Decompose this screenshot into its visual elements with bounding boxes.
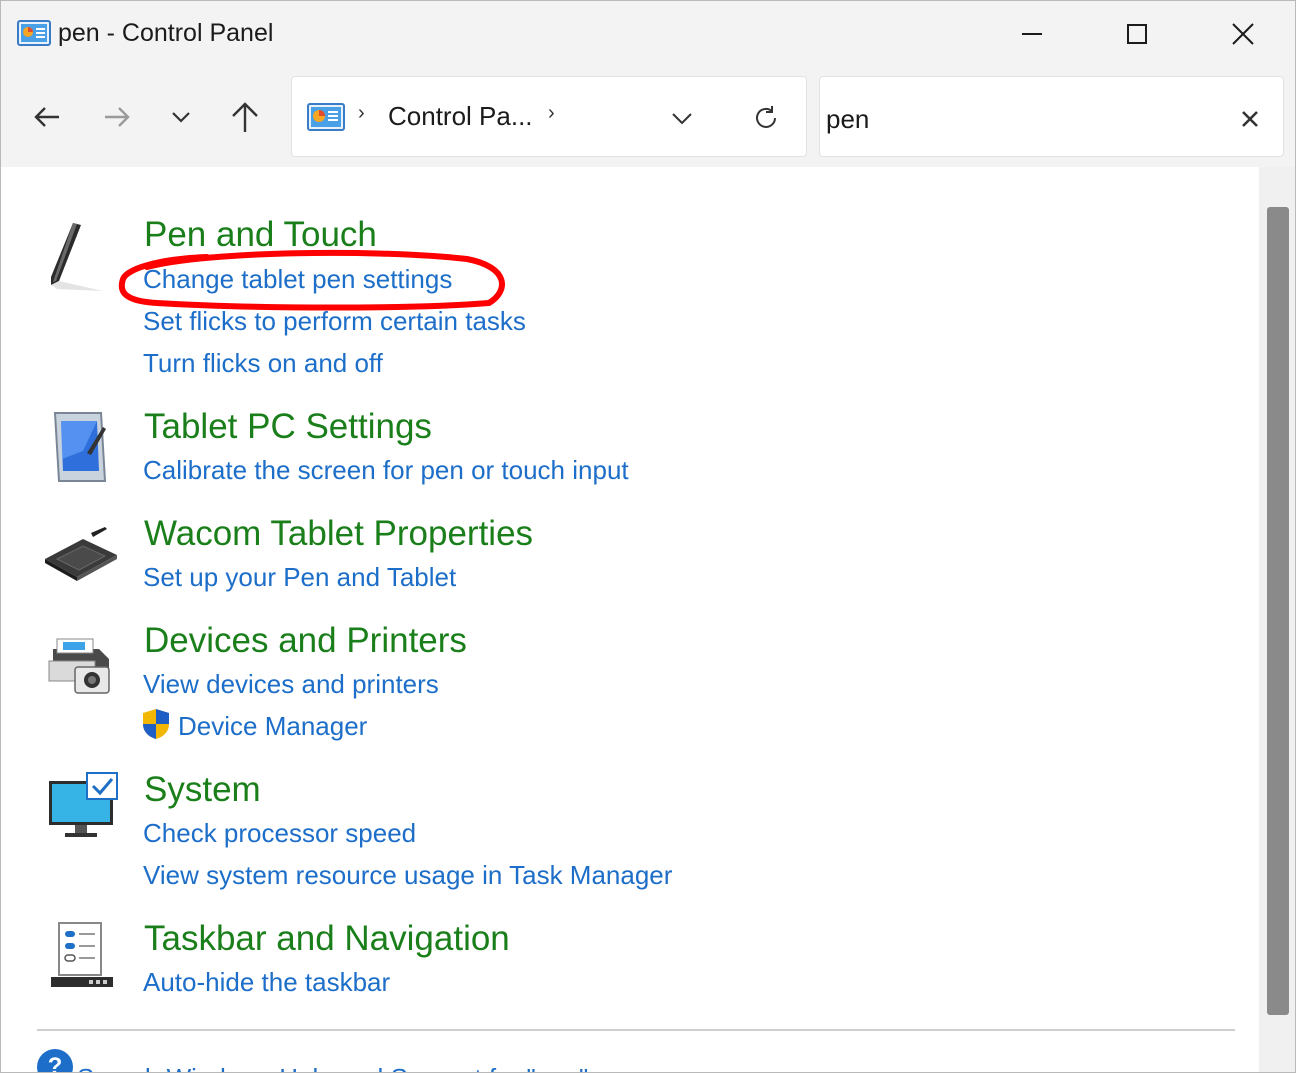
taskbar-icon [51, 922, 113, 987]
search-results: Pen and Touch Change tablet pen settings… [1, 167, 1259, 1072]
tablet-icon [53, 412, 107, 482]
monitor-check-icon [49, 772, 118, 837]
category-title[interactable]: Devices and Printers [144, 621, 467, 661]
back-button[interactable] [22, 92, 72, 142]
category-title[interactable]: Taskbar and Navigation [144, 919, 510, 959]
category-title[interactable]: System [144, 770, 261, 810]
clear-search-button[interactable] [1230, 99, 1270, 139]
link-set-flicks[interactable]: Set flicks to perform certain tasks [143, 306, 526, 337]
minimize-icon [1022, 33, 1042, 35]
category-title[interactable]: Tablet PC Settings [144, 407, 432, 447]
breadcrumb-control-panel[interactable]: Control Pa... [388, 101, 533, 132]
arrow-up-icon [232, 102, 258, 132]
scrollbar-thumb[interactable] [1267, 207, 1289, 1015]
link-view-devices-and-printers[interactable]: View devices and printers [143, 669, 439, 700]
title-bar: pen - Control Panel [1, 1, 1295, 67]
link-device-manager[interactable]: Device Manager [178, 711, 367, 742]
breadcrumb-separator[interactable]: › [548, 102, 555, 125]
pen-icon [51, 223, 103, 291]
wacom-tablet-icon [45, 527, 117, 581]
minimize-button[interactable] [979, 1, 1085, 67]
shield-icon [143, 709, 169, 739]
link-change-tablet-pen-settings[interactable]: Change tablet pen settings [143, 264, 452, 295]
close-button[interactable] [1190, 1, 1295, 67]
navigation-bar: › Control Pa... › [1, 67, 1295, 167]
close-icon [1232, 23, 1254, 45]
maximize-icon [1127, 24, 1147, 44]
link-calibrate-screen[interactable]: Calibrate the screen for pen or touch in… [143, 455, 629, 486]
link-auto-hide-taskbar[interactable]: Auto-hide the taskbar [143, 967, 390, 998]
search-box[interactable] [819, 76, 1284, 157]
search-input[interactable] [826, 99, 1216, 139]
address-bar[interactable]: › Control Pa... › [291, 76, 807, 157]
chevron-down-icon [672, 113, 692, 125]
link-set-up-pen-and-tablet[interactable]: Set up your Pen and Tablet [143, 562, 456, 593]
recent-locations-button[interactable] [156, 92, 206, 142]
window-title: pen - Control Panel [58, 19, 274, 47]
link-turn-flicks[interactable]: Turn flicks on and off [143, 348, 383, 379]
chevron-down-icon [172, 112, 190, 123]
printer-icon [48, 638, 110, 694]
control-panel-icon [17, 20, 51, 46]
divider [37, 1029, 1235, 1031]
category-title[interactable]: Wacom Tablet Properties [144, 514, 533, 554]
forward-button[interactable] [92, 92, 142, 142]
vertical-scrollbar[interactable] [1259, 167, 1295, 1072]
refresh-button[interactable] [746, 98, 786, 138]
link-view-system-resource-usage[interactable]: View system resource usage in Task Manag… [143, 860, 672, 891]
breadcrumb-separator[interactable]: › [358, 102, 365, 125]
up-button[interactable] [220, 92, 270, 142]
control-panel-window: pen - Control Panel › Control Pa... › pe… [0, 0, 1296, 1073]
arrow-right-icon [105, 107, 130, 127]
link-search-windows-help[interactable]: Search Windows Help and Support for "pen… [77, 1063, 588, 1072]
refresh-icon [756, 106, 776, 128]
link-check-processor-speed[interactable]: Check processor speed [143, 818, 416, 849]
arrow-left-icon [34, 107, 59, 127]
address-history-button[interactable] [664, 100, 700, 136]
maximize-button[interactable] [1084, 1, 1190, 67]
close-icon [1242, 111, 1258, 127]
category-title[interactable]: Pen and Touch [144, 215, 377, 255]
help-icon: ? [37, 1049, 73, 1072]
control-panel-icon [307, 103, 345, 131]
